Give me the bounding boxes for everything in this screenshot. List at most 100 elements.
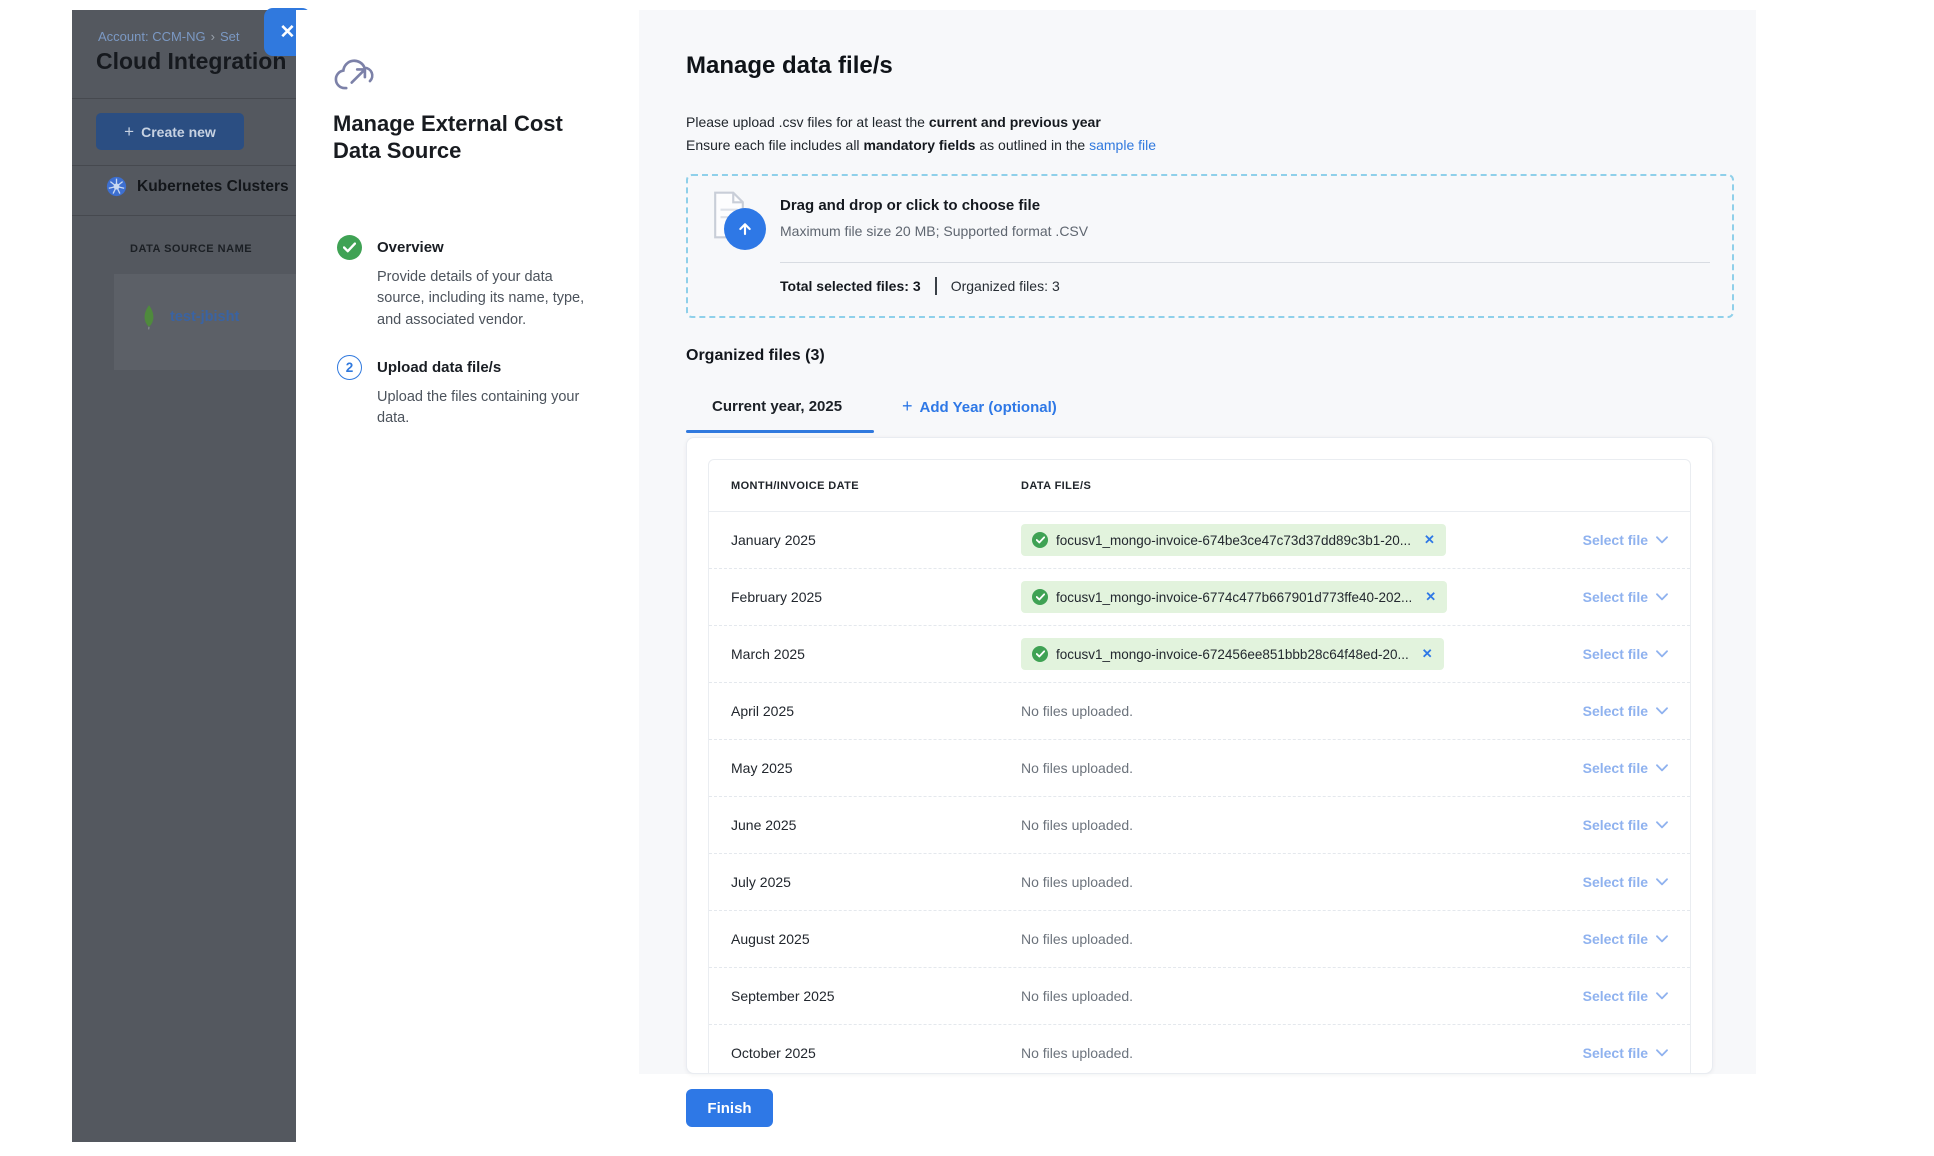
instr-line2-bold: mandatory fields — [863, 137, 975, 153]
step1-label[interactable]: Overview — [377, 239, 444, 256]
month-cell: June 2025 — [731, 817, 1021, 833]
select-file-dropdown[interactable]: Select file — [1583, 760, 1668, 776]
data-source-name-link[interactable]: test-jbisht — [170, 309, 239, 325]
select-file-dropdown[interactable]: Select file — [1583, 646, 1668, 662]
data-file-cell: No files uploaded. — [1021, 874, 1583, 890]
tab-current-year[interactable]: Current year, 2025 — [712, 398, 842, 415]
drawer-sidebar: Manage External Cost Data Source Overvie… — [296, 10, 639, 1142]
select-file-dropdown[interactable]: Select file — [1583, 589, 1668, 605]
table-row: April 2025 No files uploaded. Select fil… — [709, 683, 1690, 740]
remove-file-icon[interactable]: ✕ — [1424, 532, 1435, 548]
dropzone-subtitle: Maximum file size 20 MB; Supported forma… — [780, 223, 1088, 239]
table-row: October 2025 No files uploaded. Select f… — [709, 1025, 1690, 1074]
breadcrumb: Account: CCM-NG › Set — [98, 29, 240, 44]
data-file-cell: focusv1_mongo-invoice-674be3ce47c73d37dd… — [1021, 524, 1583, 556]
select-file-dropdown[interactable]: Select file — [1583, 532, 1668, 548]
tab-kubernetes-label: Kubernetes Clusters — [137, 178, 289, 196]
chevron-down-icon — [1656, 593, 1668, 601]
file-chip: focusv1_mongo-invoice-674be3ce47c73d37dd… — [1021, 524, 1446, 556]
file-counters: Total selected files:3 Organized files:3 — [780, 277, 1060, 295]
instr-line2-text: Ensure each file includes all — [686, 137, 863, 153]
remove-file-icon[interactable]: ✕ — [1422, 646, 1433, 662]
counter-separator — [935, 277, 937, 295]
mongodb-leaf-icon — [142, 304, 156, 330]
month-cell: January 2025 — [731, 532, 1021, 548]
screen: Account: CCM-NG › Set Cloud Integration + … — [0, 0, 1934, 1156]
kubernetes-icon — [106, 176, 127, 197]
data-file-cell: No files uploaded. — [1021, 703, 1583, 719]
page-title: Cloud Integration — [96, 48, 286, 75]
table-row: June 2025 No files uploaded. Select file — [709, 797, 1690, 854]
tab-kubernetes-clusters[interactable]: Kubernetes Clusters — [106, 176, 289, 197]
chevron-down-icon — [1656, 536, 1668, 544]
remove-file-icon[interactable]: ✕ — [1425, 589, 1436, 605]
file-chip: focusv1_mongo-invoice-672456ee851bbb28c6… — [1021, 638, 1444, 670]
data-file-cell: No files uploaded. — [1021, 988, 1583, 1004]
chevron-down-icon — [1656, 650, 1668, 658]
data-file-cell: No files uploaded. — [1021, 817, 1583, 833]
file-success-check-icon — [1032, 532, 1048, 548]
select-file-dropdown[interactable]: Select file — [1583, 988, 1668, 1004]
step2-description: Upload the files containing your data. — [377, 387, 599, 430]
add-year-label: Add Year (optional) — [920, 399, 1057, 416]
organized-files-card: MONTH/INVOICE DATE DATA FILE/S January 2… — [686, 437, 1713, 1074]
step2-label[interactable]: Upload data file/s — [377, 359, 501, 376]
instr-line1-text: Please upload .csv files for at least th… — [686, 114, 929, 130]
data-file-cell: No files uploaded. — [1021, 760, 1583, 776]
data-file-cell: No files uploaded. — [1021, 931, 1583, 947]
finish-button[interactable]: Finish — [686, 1089, 773, 1127]
instr-line2-mid: as outlined in the — [975, 137, 1089, 153]
column-header-data-files: DATA FILE/S — [1021, 480, 1091, 492]
data-source-row[interactable]: test-jbisht — [142, 304, 239, 330]
drawer-title: Manage External Cost Data Source — [333, 110, 595, 165]
empty-text: No files uploaded. — [1021, 988, 1133, 1004]
select-file-label: Select file — [1583, 703, 1648, 719]
total-selected-value: 3 — [913, 278, 921, 294]
select-file-dropdown[interactable]: Select file — [1583, 931, 1668, 947]
add-year-button[interactable]: + Add Year (optional) — [902, 398, 1057, 417]
table-row: February 2025 focusv1_mongo-invoice-6774… — [709, 569, 1690, 626]
table-row: January 2025 focusv1_mongo-invoice-674be… — [709, 512, 1690, 569]
chevron-down-icon — [1656, 1049, 1668, 1057]
breadcrumb-account-link[interactable]: Account: CCM-NG — [98, 29, 206, 44]
table-row: July 2025 No files uploaded. Select file — [709, 854, 1690, 911]
step2-number-badge: 2 — [337, 355, 362, 380]
breadcrumb-trail-link[interactable]: Set — [220, 29, 240, 44]
upload-arrow-icon — [724, 208, 766, 250]
select-file-label: Select file — [1583, 589, 1648, 605]
plus-icon: + — [902, 396, 913, 417]
empty-text: No files uploaded. — [1021, 760, 1133, 776]
column-header-month: MONTH/INVOICE DATE — [731, 480, 1021, 492]
file-success-check-icon — [1032, 646, 1048, 662]
create-new-button[interactable]: + Create new — [96, 113, 244, 150]
table-row: September 2025 No files uploaded. Select… — [709, 968, 1690, 1025]
organized-files-value: 3 — [1052, 278, 1060, 294]
sample-file-link[interactable]: sample file — [1089, 137, 1156, 153]
step1-description: Provide details of your data source, inc… — [377, 267, 599, 331]
chevron-down-icon — [1656, 878, 1668, 886]
empty-text: No files uploaded. — [1021, 1045, 1133, 1061]
create-new-label: Create new — [141, 124, 216, 140]
month-cell: February 2025 — [731, 589, 1021, 605]
select-file-label: Select file — [1583, 817, 1648, 833]
select-file-dropdown[interactable]: Select file — [1583, 703, 1668, 719]
plus-icon: + — [124, 122, 134, 142]
chevron-down-icon — [1656, 821, 1668, 829]
main-heading: Manage data file/s — [686, 52, 893, 80]
table-body: January 2025 focusv1_mongo-invoice-674be… — [709, 512, 1690, 1074]
upload-instructions: Please upload .csv files for at least th… — [686, 111, 1156, 157]
month-cell: March 2025 — [731, 646, 1021, 662]
select-file-dropdown[interactable]: Select file — [1583, 1045, 1668, 1061]
select-file-label: Select file — [1583, 646, 1648, 662]
table-row: March 2025 focusv1_mongo-invoice-672456e… — [709, 626, 1690, 683]
breadcrumb-chevron-icon: › — [211, 29, 215, 44]
select-file-dropdown[interactable]: Select file — [1583, 817, 1668, 833]
select-file-label: Select file — [1583, 1045, 1648, 1061]
month-cell: September 2025 — [731, 988, 1021, 1004]
file-dropzone[interactable]: Drag and drop or click to choose file Ma… — [686, 174, 1734, 318]
dimmed-background-page: Account: CCM-NG › Set Cloud Integration + … — [72, 10, 296, 1142]
table-row: May 2025 No files uploaded. Select file — [709, 740, 1690, 797]
select-file-label: Select file — [1583, 874, 1648, 890]
select-file-dropdown[interactable]: Select file — [1583, 874, 1668, 890]
step1-complete-check-icon — [337, 235, 362, 260]
